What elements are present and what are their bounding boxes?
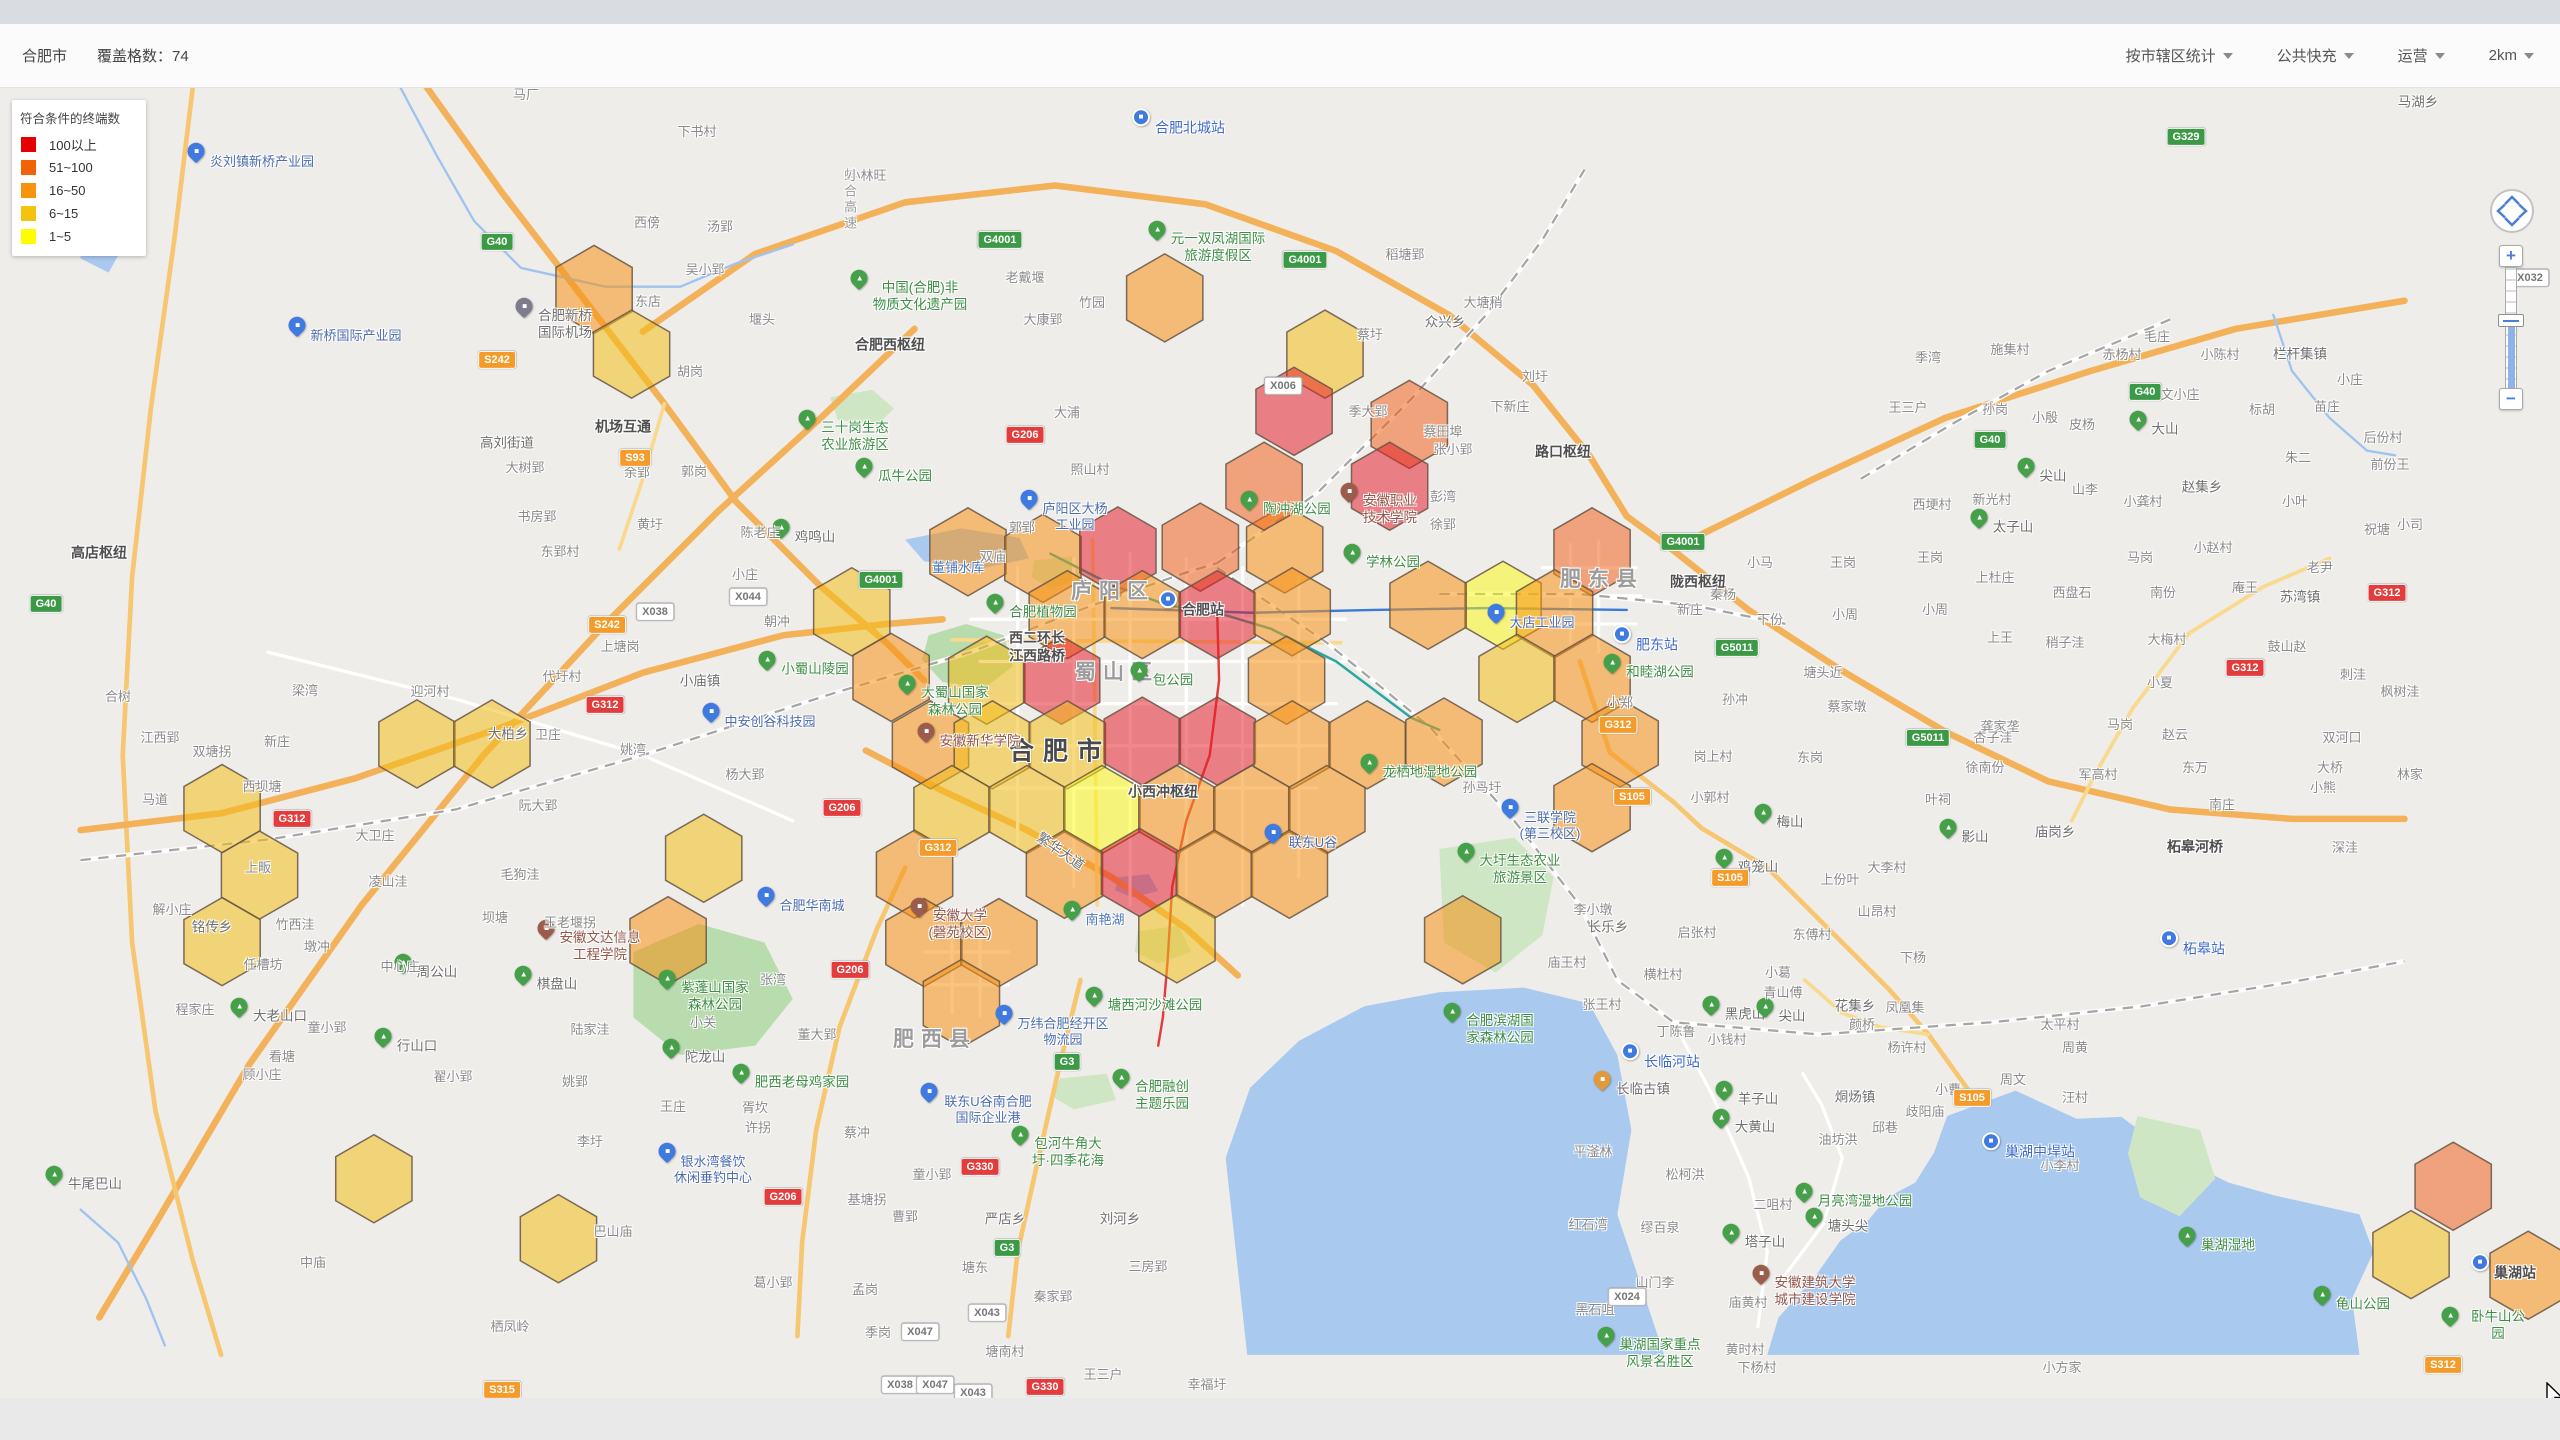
dropdown-运营[interactable]: 运营 (2398, 45, 2445, 66)
hex-cell-a[interactable] (336, 1135, 412, 1223)
hex-cell-a[interactable] (520, 1195, 596, 1283)
river (2273, 315, 2395, 456)
legend-swatch (21, 206, 36, 221)
city-title: 合肥市 (22, 45, 67, 66)
chevron-down-icon (2435, 53, 2445, 59)
road (1781, 1074, 1842, 1280)
dropdown-按市辖区统计[interactable]: 按市辖区统计 (2126, 45, 2233, 66)
dropdown-2km[interactable]: 2km (2489, 47, 2534, 64)
browser-top-strip (0, 0, 2560, 24)
coverage-value: 74 (172, 48, 189, 65)
legend-title: 符合条件的终端数 (20, 108, 138, 127)
legend-swatch (21, 229, 36, 244)
hex-cell-a[interactable] (666, 814, 742, 902)
legend-swatch (21, 160, 36, 175)
legend-item: 6~15 (12, 202, 146, 225)
toolbar-dropdowns: 按市辖区统计 公共快充 运营 2km (2126, 45, 2560, 66)
park-area (1053, 1074, 1116, 1110)
zoom-in-button[interactable]: + (2499, 245, 2523, 267)
hex-cell-a[interactable] (379, 700, 455, 788)
railway (1861, 319, 2170, 478)
hex-cell-o2[interactable] (2415, 1142, 2491, 1230)
hex-cell-o1[interactable] (2490, 1231, 2560, 1319)
hex-cell-o1[interactable] (1390, 561, 1466, 649)
app-window: 合肥市 覆盖格数：74 按市辖区统计 公共快充 运营 2km 合肥市庐阳区蜀山区肥东县… (0, 0, 2560, 1440)
map-canvas[interactable]: 合肥市庐阳区蜀山区肥东县肥西县机场互通合肥西枢纽路口枢纽陇西枢纽小西冲枢纽高店枢… (0, 88, 2560, 1398)
chevron-down-icon (2524, 53, 2534, 59)
road (643, 185, 2405, 549)
railway (1217, 568, 2404, 1035)
legend-item: 51~100 (12, 156, 146, 179)
zoom-slider-fill (2508, 327, 2515, 388)
chevron-down-icon (2344, 53, 2354, 59)
road (2072, 558, 2330, 820)
legend-swatch (21, 183, 36, 198)
zoom-out-button[interactable]: − (2499, 388, 2523, 410)
road (619, 404, 664, 549)
lake-water (1767, 1091, 2373, 1355)
toolbar: 合肥市 覆盖格数：74 按市辖区统计 公共快充 运营 2km (0, 24, 2560, 88)
pan-control[interactable] (2489, 188, 2535, 234)
hex-cell-a[interactable] (2373, 1211, 2449, 1299)
legend-item: 1~5 (12, 225, 146, 248)
road (1008, 980, 1080, 1336)
legend: 符合条件的终端数 100以上51~10016~506~151~5 (12, 100, 146, 256)
lake-water (1226, 988, 1665, 1355)
hex-cell-o1[interactable] (930, 508, 1006, 596)
park-area (830, 390, 894, 426)
road (1674, 1022, 1768, 1327)
road (123, 88, 221, 1355)
road (1672, 549, 2405, 819)
legend-item: 100以上 (12, 133, 146, 156)
hex-cell-o1[interactable] (1127, 254, 1203, 342)
dropdown-公共快充[interactable]: 公共快充 (2277, 45, 2354, 66)
chevron-down-icon (2223, 53, 2233, 59)
bottom-strip (0, 1398, 2560, 1440)
legend-swatch (21, 137, 36, 152)
zoom-slider-handle[interactable] (2498, 314, 2524, 327)
map-graphics (0, 88, 2560, 1398)
coverage-stat: 覆盖格数：74 (97, 45, 189, 66)
legend-item: 16~50 (12, 179, 146, 202)
